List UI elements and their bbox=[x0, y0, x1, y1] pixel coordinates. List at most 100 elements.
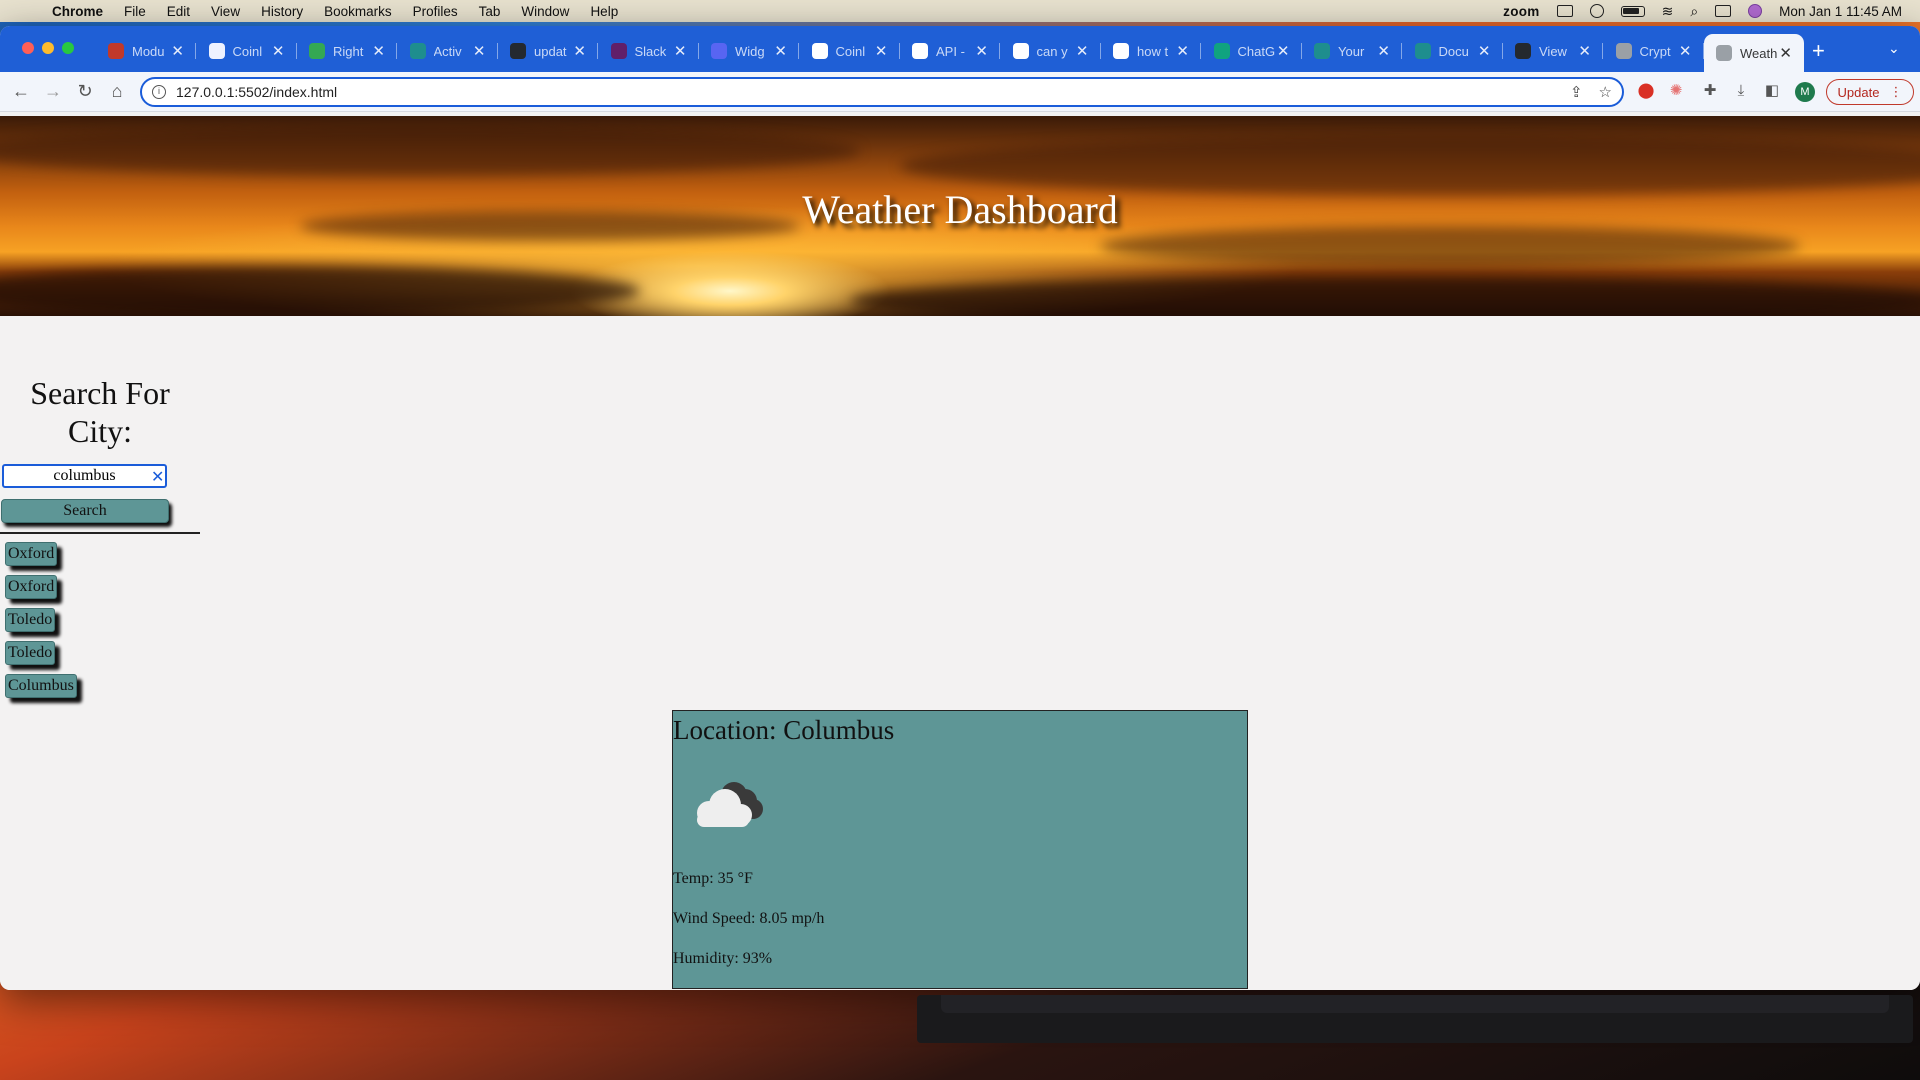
clock[interactable]: Mon Jan 1 11:45 AM bbox=[1779, 4, 1902, 19]
url-text[interactable]: 127.0.0.1:5502/index.html bbox=[176, 84, 337, 100]
tab-search-chevron-icon[interactable]: ⌄ bbox=[1888, 40, 1900, 57]
update-button[interactable]: Update ⋮ bbox=[1826, 79, 1914, 105]
tab-1[interactable]: Coinl ✕ bbox=[197, 34, 297, 68]
forward-icon[interactable]: → bbox=[42, 80, 64, 102]
bookmark-star-icon[interactable]: ☆ bbox=[1599, 83, 1612, 101]
menu-view[interactable]: View bbox=[211, 4, 240, 19]
search-button[interactable]: Search bbox=[1, 499, 169, 523]
tab-title: can y bbox=[1036, 43, 1068, 59]
tab-close-icon[interactable]: ✕ bbox=[1478, 42, 1491, 60]
tab-close-icon[interactable]: ✕ bbox=[1679, 42, 1692, 60]
site-info-icon[interactable]: i bbox=[152, 85, 166, 99]
history-button-oxford[interactable]: Oxford bbox=[5, 575, 58, 599]
tab-close-icon[interactable]: ✕ bbox=[674, 42, 687, 60]
tab-favicon-icon bbox=[610, 43, 627, 59]
tab-0[interactable]: Modu ✕ bbox=[96, 34, 196, 68]
tab-favicon-icon bbox=[1012, 43, 1029, 59]
menu-app-name[interactable]: Chrome bbox=[52, 4, 103, 19]
tab-close-icon[interactable]: ✕ bbox=[875, 42, 888, 60]
tab-title: updat bbox=[534, 43, 567, 59]
extension-record-icon[interactable]: ✺ bbox=[1666, 81, 1686, 101]
play-icon[interactable] bbox=[1589, 4, 1604, 18]
temperature-label: Temp: 35 °F bbox=[673, 870, 753, 887]
tab-close-icon[interactable]: ✕ bbox=[473, 42, 486, 60]
tab-close-icon[interactable]: ✕ bbox=[372, 42, 385, 60]
tab-favicon-icon bbox=[108, 43, 124, 59]
menu-tab[interactable]: Tab bbox=[479, 4, 501, 19]
close-window-button[interactable] bbox=[22, 42, 34, 54]
tab-close-icon[interactable]: ✕ bbox=[171, 42, 184, 60]
spotlight-search-icon[interactable]: ⌕ bbox=[1690, 3, 1698, 20]
tab-close-icon[interactable]: ✕ bbox=[573, 42, 586, 60]
tab-2[interactable]: Right ✕ bbox=[297, 34, 397, 68]
tab-9[interactable]: can y ✕ bbox=[1001, 34, 1101, 68]
battery-icon[interactable] bbox=[1620, 5, 1645, 17]
page-viewport: Weather Dashboard Search For City: ✕ Sea… bbox=[0, 116, 1920, 990]
history-button-toledo[interactable]: Toledo bbox=[5, 608, 56, 632]
history-button-toledo[interactable]: Toledo bbox=[5, 641, 56, 665]
history-button-oxford[interactable]: Oxford bbox=[5, 542, 58, 566]
tab-close-icon[interactable]: ✕ bbox=[272, 42, 285, 60]
tab-title: Widg bbox=[735, 43, 765, 59]
home-icon[interactable]: ⌂ bbox=[106, 80, 128, 102]
zoom-status[interactable]: zoom bbox=[1503, 4, 1539, 19]
screen-mirroring-icon[interactable] bbox=[1556, 5, 1573, 17]
minimize-window-button[interactable] bbox=[42, 42, 54, 54]
tab-6[interactable]: Widg ✕ bbox=[699, 34, 799, 68]
tab-close-icon[interactable]: ✕ bbox=[1578, 42, 1591, 60]
city-search-input[interactable] bbox=[2, 464, 167, 488]
reload-icon[interactable]: ↻ bbox=[74, 80, 96, 102]
downloads-icon[interactable]: ⤓ bbox=[1731, 81, 1751, 101]
tab-10[interactable]: how t ✕ bbox=[1101, 34, 1201, 68]
back-icon[interactable]: ← bbox=[10, 80, 32, 102]
fullscreen-window-button[interactable] bbox=[62, 42, 74, 54]
extensions-puzzle-icon[interactable]: ✚ bbox=[1700, 81, 1720, 101]
history-button-columbus[interactable]: Columbus bbox=[5, 674, 77, 698]
tab-7[interactable]: Coinl ✕ bbox=[800, 34, 900, 68]
siri-icon[interactable] bbox=[1748, 4, 1763, 18]
tab-close-icon[interactable]: ✕ bbox=[1779, 44, 1792, 62]
tab-13[interactable]: Docu ✕ bbox=[1403, 34, 1503, 68]
tab-11[interactable]: ChatG ✕ bbox=[1202, 34, 1302, 68]
tab-title: Activ bbox=[433, 43, 462, 59]
tab-title: Coinl bbox=[835, 43, 866, 59]
menu-profiles[interactable]: Profiles bbox=[413, 4, 458, 19]
tab-4[interactable]: updat ✕ bbox=[498, 34, 598, 68]
extension-shield-icon[interactable]: ⬤ bbox=[1636, 81, 1656, 101]
menu-edit[interactable]: Edit bbox=[167, 4, 190, 19]
menu-bookmarks[interactable]: Bookmarks bbox=[324, 4, 392, 19]
share-icon[interactable]: ⇪ bbox=[1570, 83, 1583, 101]
tab-favicon-icon bbox=[208, 43, 225, 59]
tab-16[interactable]: Weath ✕ bbox=[1704, 34, 1804, 72]
clear-search-icon[interactable]: ✕ bbox=[151, 467, 164, 486]
tab-favicon-icon bbox=[309, 43, 325, 59]
tab-12[interactable]: Your ✕ bbox=[1302, 34, 1402, 68]
tab-close-icon[interactable]: ✕ bbox=[975, 42, 988, 60]
tab-close-icon[interactable]: ✕ bbox=[774, 42, 787, 60]
address-bar[interactable]: i 127.0.0.1:5502/index.html ⇪ ☆ bbox=[140, 77, 1624, 107]
kebab-menu-icon: ⋮ bbox=[1889, 84, 1903, 99]
tab-8[interactable]: API - ✕ bbox=[900, 34, 1000, 68]
tab-strip: Modu ✕ Coinl ✕ Right ✕ Activ ✕ updat ✕ Slack ✕ Widg ✕… bbox=[0, 26, 1920, 72]
side-panel-icon[interactable]: ◧ bbox=[1762, 81, 1782, 101]
tab-close-icon[interactable]: ✕ bbox=[1277, 42, 1290, 60]
wifi-icon[interactable]: ≋ bbox=[1662, 3, 1674, 20]
new-tab-button[interactable]: + bbox=[1812, 38, 1825, 64]
tab-close-icon[interactable]: ✕ bbox=[1076, 42, 1089, 60]
tab-5[interactable]: Slack ✕ bbox=[599, 34, 699, 68]
menu-history[interactable]: History bbox=[261, 4, 303, 19]
menu-file[interactable]: File bbox=[124, 4, 146, 19]
profile-avatar[interactable]: M bbox=[1795, 82, 1815, 102]
control-center-icon[interactable] bbox=[1715, 5, 1732, 17]
menu-help[interactable]: Help bbox=[590, 4, 618, 19]
menu-window[interactable]: Window bbox=[521, 4, 569, 19]
tab-title: View bbox=[1539, 43, 1567, 59]
tab-close-icon[interactable]: ✕ bbox=[1377, 42, 1390, 60]
tab-close-icon[interactable]: ✕ bbox=[1176, 42, 1189, 60]
tab-3[interactable]: Activ ✕ bbox=[398, 34, 498, 68]
tab-favicon-icon bbox=[1314, 43, 1330, 59]
tab-14[interactable]: View ✕ bbox=[1503, 34, 1603, 68]
tab-15[interactable]: Crypt ✕ bbox=[1604, 34, 1704, 68]
tab-title: API - bbox=[936, 43, 965, 59]
location-label: Location: Columbus bbox=[673, 715, 895, 745]
